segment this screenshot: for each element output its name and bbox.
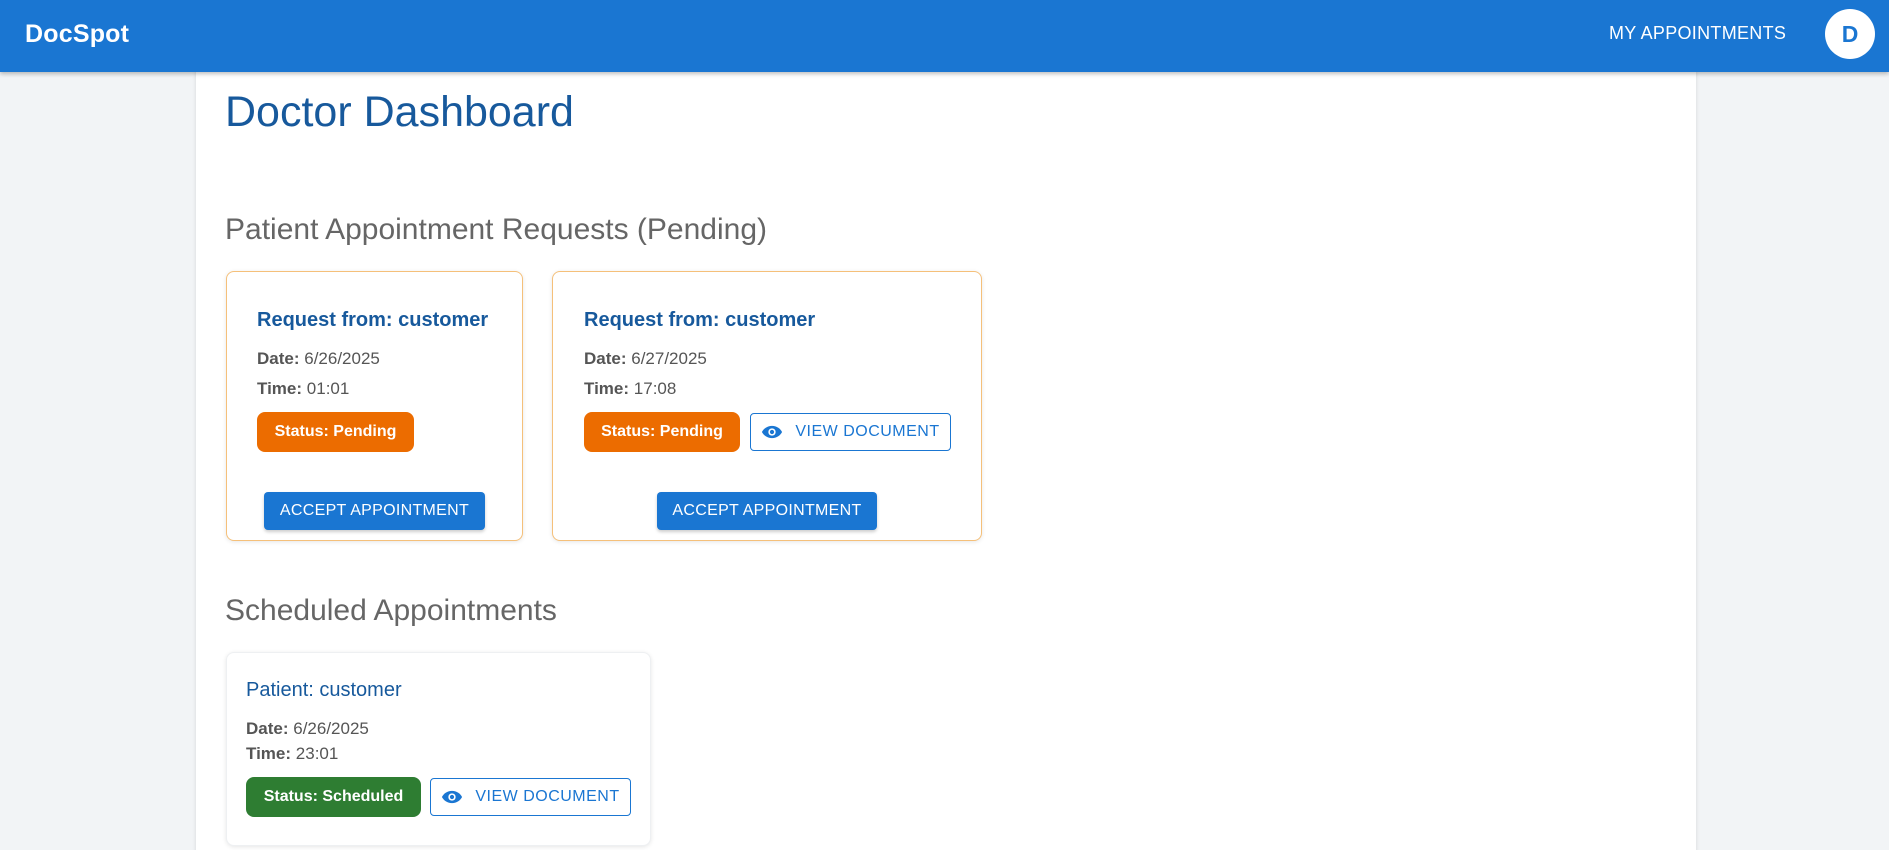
eye-icon: [442, 790, 463, 804]
date-label: Date:: [257, 349, 300, 368]
view-document-button[interactable]: VIEW DOCUMENT: [750, 413, 951, 451]
time-value: 23:01: [295, 744, 339, 763]
request-date: Date: 6/26/2025: [257, 349, 380, 369]
pending-request-card: Request from: customer Date: 6/26/2025 T…: [226, 271, 523, 541]
accept-appointment-button[interactable]: ACCEPT APPOINTMENT: [264, 492, 485, 530]
appointment-date: Date: 6/26/2025: [246, 719, 369, 739]
eye-icon: [762, 425, 783, 439]
patient-name: Patient: customer: [246, 679, 402, 701]
status-badge: Status: Pending: [257, 412, 414, 452]
view-document-label: VIEW DOCUMENT: [475, 788, 620, 805]
scheduled-section-title: Scheduled Appointments: [225, 594, 557, 627]
scheduled-appointment-card: Patient: customer Date: 6/26/2025 Time: …: [226, 652, 651, 846]
date-label: Date:: [246, 719, 289, 738]
app-bar: DocSpot MY APPOINTMENTS D: [0, 0, 1889, 72]
view-document-button[interactable]: VIEW DOCUMENT: [430, 778, 631, 816]
request-title: Request from: customer: [257, 309, 489, 331]
my-appointments-link[interactable]: MY APPOINTMENTS: [1609, 23, 1786, 44]
time-value: 01:01: [306, 379, 350, 398]
request-time: Time: 01:01: [257, 379, 349, 399]
status-badge: Status: Scheduled: [246, 777, 421, 817]
status-badge: Status: Pending: [584, 412, 740, 452]
time-label: Time:: [246, 744, 292, 763]
time-value: 17:08: [633, 379, 677, 398]
appointment-time: Time: 23:01: [246, 744, 338, 764]
time-label: Time:: [257, 379, 303, 398]
request-date: Date: 6/27/2025: [584, 349, 707, 369]
brand-logo[interactable]: DocSpot: [25, 20, 129, 49]
pending-section-title: Patient Appointment Requests (Pending): [225, 213, 768, 246]
view-document-label: VIEW DOCUMENT: [795, 423, 940, 440]
date-value: 6/26/2025: [293, 719, 369, 738]
page-title: Doctor Dashboard: [225, 88, 574, 136]
accept-appointment-button[interactable]: ACCEPT APPOINTMENT: [657, 492, 877, 530]
date-value: 6/27/2025: [631, 349, 707, 368]
time-label: Time:: [584, 379, 630, 398]
request-time: Time: 17:08: [584, 379, 676, 399]
date-label: Date:: [584, 349, 627, 368]
avatar[interactable]: D: [1825, 9, 1875, 59]
request-title: Request from: customer: [584, 309, 816, 331]
date-value: 6/26/2025: [304, 349, 380, 368]
pending-request-card: Request from: customer Date: 6/27/2025 T…: [552, 271, 982, 541]
